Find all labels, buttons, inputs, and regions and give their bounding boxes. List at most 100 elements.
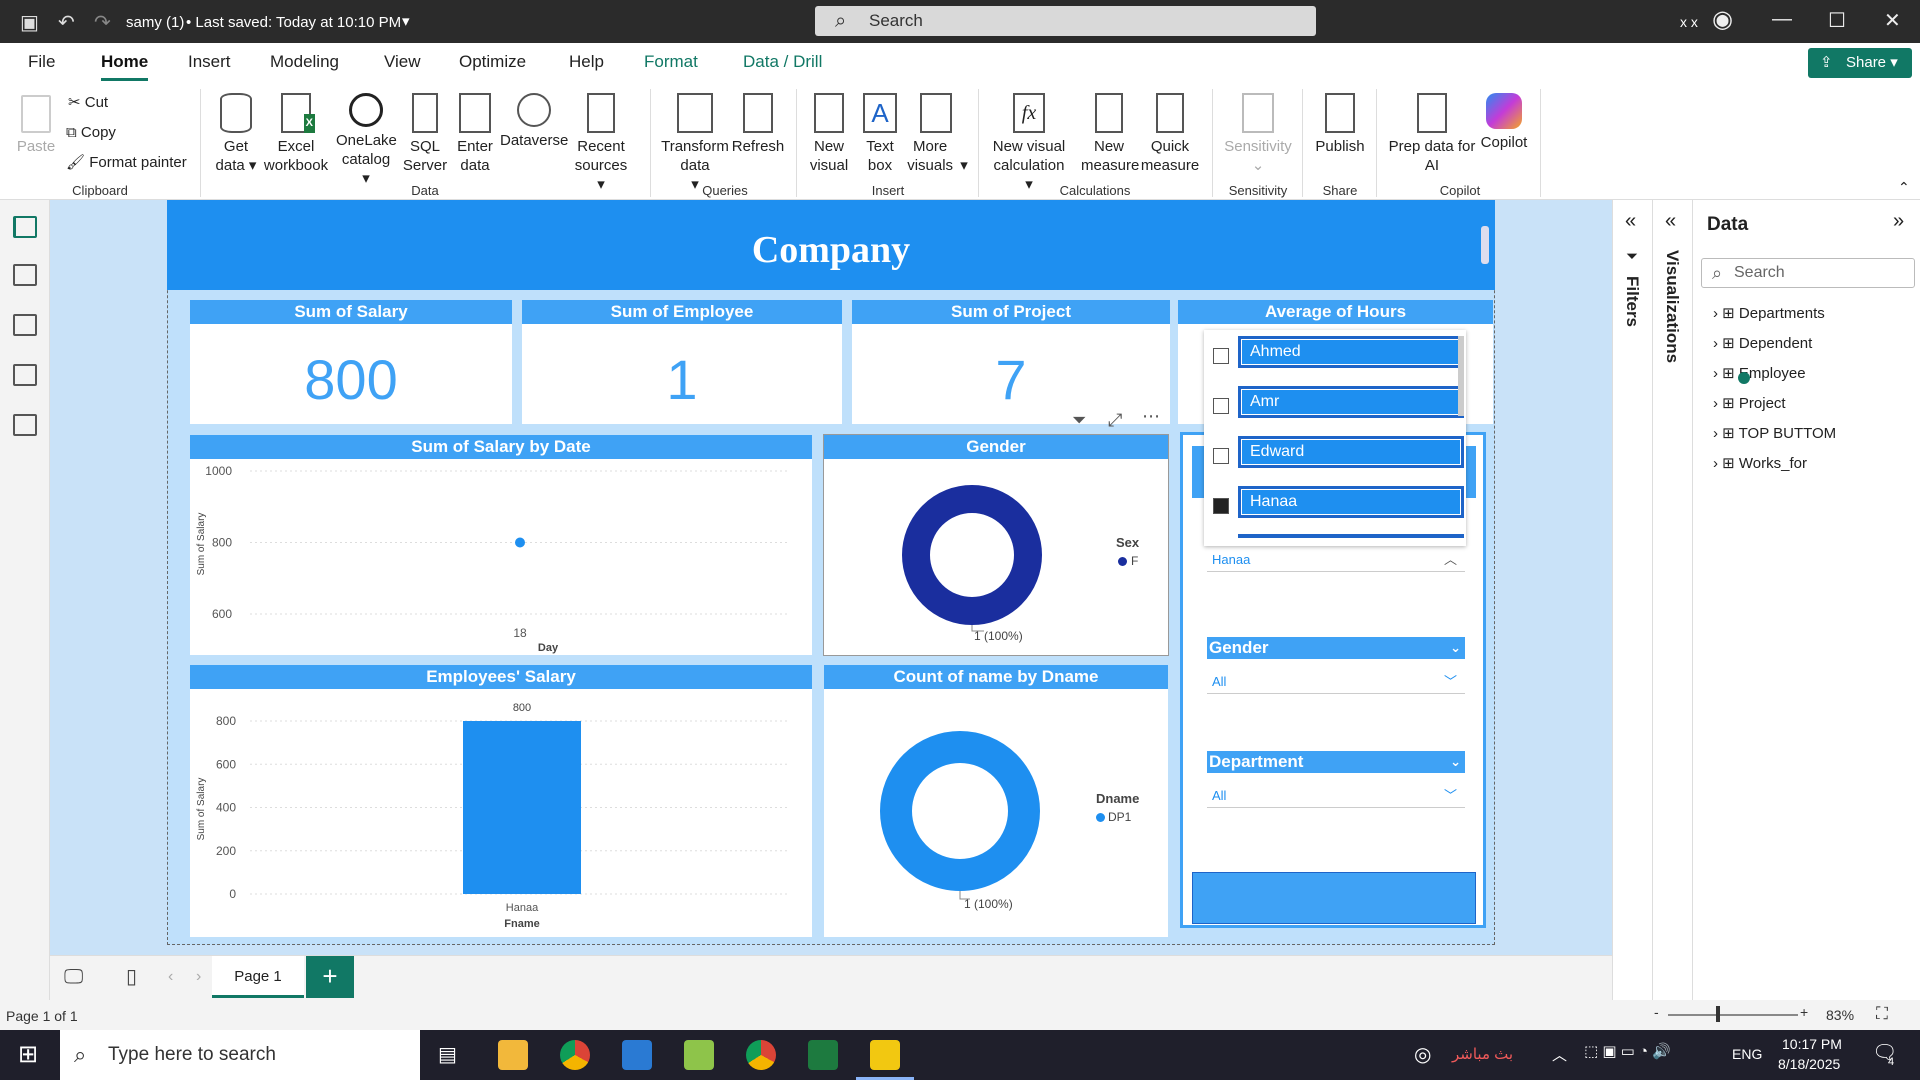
- kpi-card-salary[interactable]: Sum of Salary 800: [190, 300, 512, 424]
- dax-view-icon[interactable]: [13, 364, 37, 386]
- slicer-item-hanaa[interactable]: Hanaa: [1238, 486, 1464, 518]
- tab-view[interactable]: View: [384, 52, 421, 72]
- tab-help[interactable]: Help: [569, 52, 604, 72]
- legend-item[interactable]: DP1: [1108, 810, 1131, 824]
- checkbox-amr[interactable]: [1213, 398, 1229, 414]
- user-avatar-icon[interactable]: ◉: [1712, 5, 1733, 34]
- share-button[interactable]: ⇪ Share ▾: [1808, 48, 1912, 78]
- slicer-item-ahmed[interactable]: Ahmed: [1238, 336, 1464, 368]
- file-explorer-icon[interactable]: [498, 1040, 528, 1070]
- quick-measure-button[interactable]: Quick measure: [1138, 93, 1202, 175]
- text-box-button[interactable]: A Text box: [856, 93, 904, 175]
- table-view-icon[interactable]: [13, 264, 37, 286]
- employees-salary-chart[interactable]: Employees' Salary 800 600 400 200 0 800 Hanaa F…: [190, 665, 812, 937]
- dataverse-button[interactable]: Dataverse: [500, 93, 568, 150]
- zoom-slider[interactable]: [1668, 1014, 1798, 1016]
- sql-server-button[interactable]: SQL Server: [400, 93, 450, 175]
- next-page-icon[interactable]: ›: [196, 968, 201, 986]
- refresh-button[interactable]: Refresh: [730, 93, 786, 156]
- tab-format[interactable]: Format: [644, 52, 698, 72]
- table-item-departments[interactable]: › ⊞ Departments: [1713, 304, 1825, 322]
- department-slicer-select[interactable]: All ﹀: [1207, 784, 1465, 808]
- collapse-ribbon-icon[interactable]: ⌃: [1898, 179, 1910, 196]
- tmdl-view-icon[interactable]: [13, 414, 37, 436]
- kpi-card-project[interactable]: Sum of Project 7: [852, 300, 1170, 424]
- zoom-out-icon[interactable]: -: [1654, 1004, 1659, 1020]
- gender-slicer-select[interactable]: All ﹀: [1207, 670, 1465, 694]
- clock-time[interactable]: 10:17 PM: [1782, 1036, 1842, 1052]
- title-search-box[interactable]: ⌕ Search: [815, 6, 1316, 36]
- zoom-slider-thumb[interactable]: [1716, 1006, 1720, 1022]
- tab-modeling[interactable]: Modeling: [270, 52, 339, 72]
- enter-data-button[interactable]: Enter data: [452, 93, 498, 175]
- prep-data-button[interactable]: Prep data for AI: [1384, 93, 1480, 175]
- live-icon[interactable]: ◎: [1414, 1042, 1431, 1067]
- redo-icon[interactable]: ↷: [94, 10, 111, 35]
- focus-mode-icon[interactable]: ⤢: [1108, 410, 1122, 431]
- chevron-down-icon[interactable]: ▾: [402, 12, 410, 30]
- table-item-top-buttom[interactable]: › ⊞ TOP BUTTOM: [1713, 424, 1836, 442]
- chrome-icon[interactable]: [560, 1040, 590, 1070]
- excel-button[interactable]: X Excel workbook: [262, 93, 330, 175]
- cut-button[interactable]: ✂ Cut: [68, 93, 108, 112]
- prev-page-icon[interactable]: ‹: [168, 968, 173, 986]
- close-icon[interactable]: ✕: [1884, 8, 1901, 33]
- filters-pane[interactable]: « ⏷ Filters: [1612, 200, 1652, 1020]
- clock-date[interactable]: 8/18/2025: [1778, 1056, 1840, 1072]
- language-indicator[interactable]: ENG: [1732, 1046, 1762, 1062]
- model-view-icon[interactable]: [13, 314, 37, 336]
- visualizations-pane[interactable]: « Visualizations: [1652, 200, 1692, 1020]
- powerbi-taskbar-icon[interactable]: [870, 1040, 900, 1070]
- undo-icon[interactable]: ↶: [58, 10, 75, 35]
- new-visual-button[interactable]: New visual: [804, 93, 854, 175]
- checkbox-ahmed[interactable]: [1213, 348, 1229, 364]
- onelake-button[interactable]: OneLake catalog ▾: [334, 93, 398, 188]
- collapse-data-pane-icon[interactable]: »: [1893, 210, 1904, 233]
- table-item-dependent[interactable]: › ⊞ Dependent: [1713, 334, 1812, 352]
- maximize-icon[interactable]: ☐: [1828, 8, 1846, 33]
- salary-by-date-chart[interactable]: Sum of Salary by Date 1000 800 600 18 Day Sum…: [190, 435, 812, 655]
- save-icon[interactable]: ▣: [20, 10, 39, 35]
- tab-home[interactable]: Home: [101, 52, 149, 81]
- sensitivity-button[interactable]: Sensitivity ⌄: [1222, 93, 1294, 175]
- new-measure-button[interactable]: New measure: [1080, 93, 1139, 175]
- checkbox-hanaa-checked[interactable]: [1213, 498, 1229, 514]
- windows-start-icon[interactable]: ⊞: [18, 1040, 38, 1069]
- fit-to-page-icon[interactable]: ⛶: [1876, 1004, 1888, 1024]
- recent-sources-button[interactable]: Recent sources ▾: [568, 93, 634, 194]
- table-item-works-for[interactable]: › ⊞ Works_for: [1713, 454, 1807, 472]
- tray-icons[interactable]: ⬚ ▣ ▭ ◔ 🔊: [1584, 1042, 1671, 1060]
- slicer-item-amr[interactable]: Amr: [1238, 386, 1464, 418]
- filter-icon[interactable]: ⏷: [1072, 410, 1086, 431]
- chevron-down-icon[interactable]: ⌄: [1450, 751, 1461, 773]
- slicer-scrollbar[interactable]: [1458, 336, 1464, 416]
- more-visuals-button[interactable]: More visuals ▾: [904, 93, 968, 175]
- expand-filters-icon[interactable]: «: [1625, 210, 1636, 233]
- chrome-profile-icon[interactable]: [746, 1040, 776, 1070]
- tab-file[interactable]: File: [28, 52, 55, 72]
- data-search-input[interactable]: ⌕ Search: [1701, 258, 1915, 288]
- taskbar-search[interactable]: ⌕ Type here to search: [60, 1030, 420, 1080]
- scrollbar[interactable]: [1481, 226, 1489, 264]
- transform-data-button[interactable]: Transform data ▾: [658, 93, 732, 194]
- name-slicer-select[interactable]: Hanaa ︿: [1207, 548, 1465, 572]
- tab-optimize[interactable]: Optimize: [459, 52, 526, 72]
- format-painter-button[interactable]: 🖌 Format painter: [66, 153, 187, 172]
- new-visual-calculation-button[interactable]: fx New visual calculation ▾: [986, 93, 1072, 194]
- mobile-layout-icon[interactable]: ▯: [126, 964, 137, 989]
- minimize-icon[interactable]: —: [1772, 8, 1792, 31]
- publish-button[interactable]: Publish: [1310, 93, 1370, 156]
- copy-button[interactable]: ⧉ Copy: [66, 123, 116, 142]
- tray-chevron-icon[interactable]: ︿: [1552, 1044, 1567, 1065]
- more-options-icon[interactable]: ⋯: [1142, 406, 1160, 427]
- page-tab-1[interactable]: Page 1: [212, 956, 304, 998]
- kpi-card-employee[interactable]: Sum of Employee 1: [522, 300, 842, 424]
- zoom-in-icon[interactable]: +: [1800, 1004, 1808, 1020]
- report-view-icon[interactable]: [13, 216, 37, 238]
- legend-item[interactable]: F: [1131, 554, 1138, 568]
- tab-data-drill[interactable]: Data / Drill: [743, 52, 822, 72]
- desktop-layout-icon[interactable]: 🖵: [64, 966, 83, 989]
- tab-insert[interactable]: Insert: [188, 52, 231, 72]
- table-item-employee[interactable]: › ⊞ Employee: [1713, 364, 1806, 384]
- checkbox-edward[interactable]: [1213, 448, 1229, 464]
